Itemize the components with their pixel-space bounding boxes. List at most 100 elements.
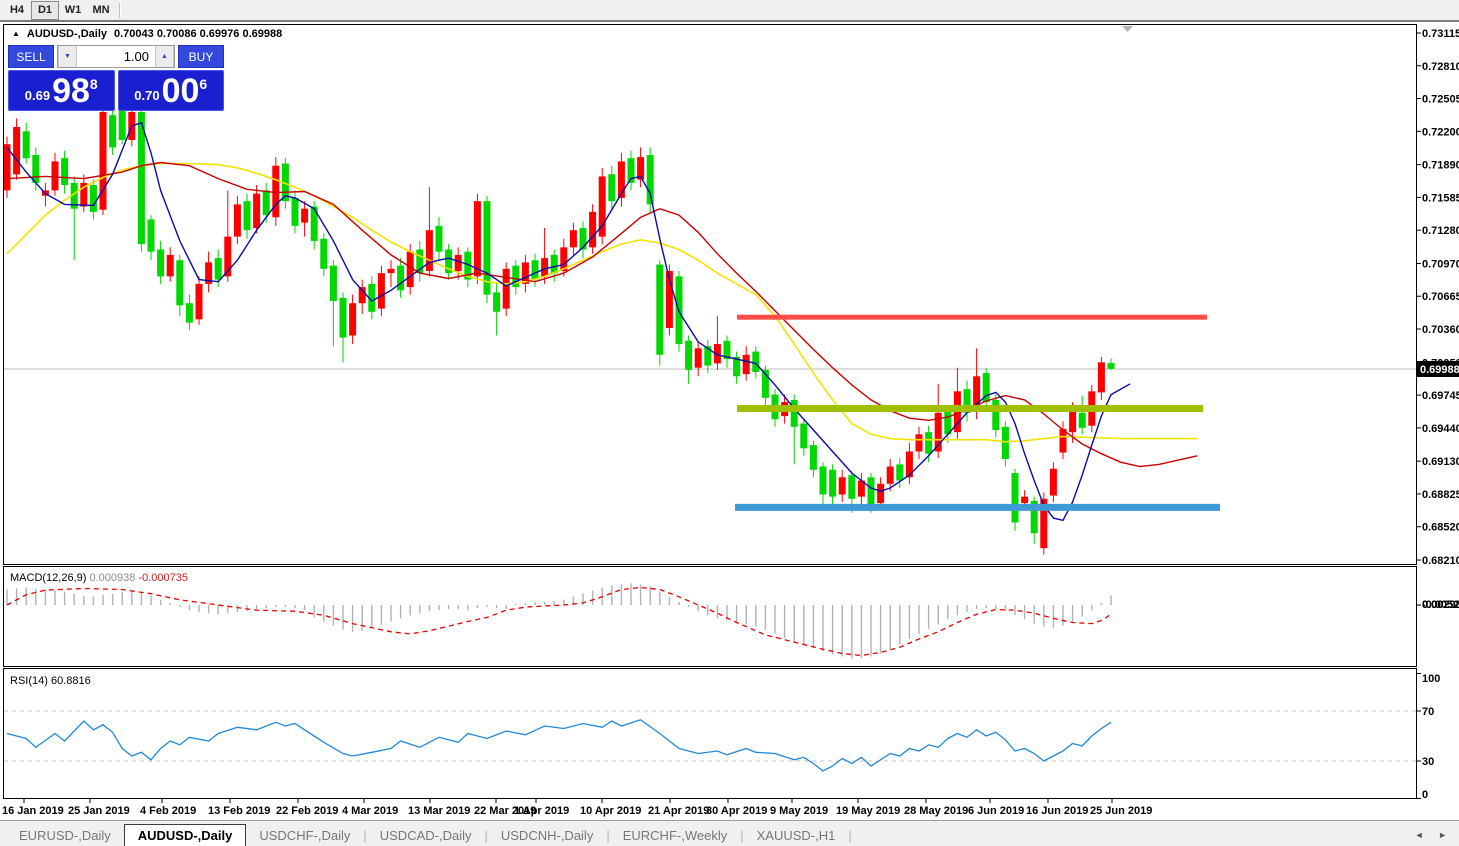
tab-scroll-left-icon[interactable]: ◄ <box>1415 830 1424 840</box>
sell-button[interactable]: SELL <box>8 45 54 68</box>
price-tick-label: 0.71280 <box>1422 225 1459 237</box>
macd-histogram <box>7 583 1111 658</box>
candle-body <box>580 228 587 249</box>
candle-body <box>244 201 251 230</box>
tab-usdcnh-daily[interactable]: USDCNH-,Daily <box>488 825 606 846</box>
candle-body <box>186 303 193 322</box>
price-tick-label: 0.73115 <box>1422 28 1459 40</box>
tab-usdchf-daily[interactable]: USDCHF-,Daily <box>246 825 363 846</box>
chart-canvas[interactable]: 0.731150.728100.725050.722000.718900.715… <box>0 0 1459 846</box>
date-tick-label: 13 Mar 2019 <box>408 805 470 817</box>
candle-body <box>32 155 39 183</box>
price-tick-label: 0.72810 <box>1422 61 1459 73</box>
date-tick-label: 10 Apr 2019 <box>580 805 641 817</box>
candle-body <box>196 284 203 319</box>
candle-body <box>868 477 875 505</box>
candle-body <box>340 298 347 338</box>
tab-audusd-daily[interactable]: AUDUSD-,Daily <box>124 824 247 846</box>
candle-body <box>1021 497 1028 503</box>
candle-body <box>887 467 894 484</box>
candle-body <box>992 400 999 430</box>
price-tick-label: 0.71890 <box>1422 160 1459 172</box>
date-tick-label: 25 Jan 2019 <box>68 805 130 817</box>
rsi-indicator-label: RSI(14) 60.8816 <box>10 675 91 687</box>
date-tick-label: 25 Jun 2019 <box>1090 805 1152 817</box>
candle-body <box>397 266 404 291</box>
volume-input[interactable] <box>77 46 155 67</box>
timeframe-w1-button[interactable]: W1 <box>59 1 87 20</box>
buy-button[interactable]: BUY <box>178 45 224 68</box>
one-click-trade-panel: SELL ▼ ▲ BUY 0.69 98 8 0.70 00 6 <box>8 45 224 111</box>
date-tick-label: 13 Feb 2019 <box>208 805 270 817</box>
volume-increase-arrow-icon[interactable]: ▲ <box>155 46 174 67</box>
price-tick-label: 0.69130 <box>1422 456 1459 468</box>
candle-body <box>13 127 20 174</box>
candle-body <box>551 255 558 273</box>
tab-usdcad-daily[interactable]: USDCAD-,Daily <box>367 825 485 846</box>
price-tick-label: 0.68520 <box>1422 522 1459 534</box>
candles-layer <box>4 106 1115 555</box>
hline-pivot-olive[interactable] <box>737 405 1203 412</box>
trade-panel-top-row: SELL ▼ ▲ BUY <box>8 45 224 68</box>
candle-body <box>695 348 702 367</box>
candle-body <box>455 255 462 271</box>
buy-price-pip-digit: 6 <box>199 76 207 110</box>
candle-body <box>1002 427 1009 459</box>
tab-scroll-arrows: ◄ ► <box>1403 830 1447 840</box>
hline-resistance-red[interactable] <box>737 315 1207 320</box>
scroll-to-end-marker-icon[interactable] <box>1122 26 1133 32</box>
candle-body <box>1108 363 1115 369</box>
candle-body <box>570 230 577 247</box>
date-axis: 16 Jan 2019 25 Jan 2019 4 Feb 2019 13 Feb 2… <box>2 798 1152 817</box>
buy-price-button[interactable]: 0.70 00 6 <box>118 70 225 111</box>
mt4-window: H4 D1 W1 MN ▲ AUDUSD-,Daily 0.70043 0.70… <box>0 0 1459 846</box>
candle-body <box>90 185 97 212</box>
volume-decrease-arrow-icon[interactable]: ▼ <box>58 46 77 67</box>
candle-body <box>292 198 299 226</box>
candle-body <box>829 470 836 497</box>
candle-body <box>820 467 827 495</box>
rsi-tick-label: 100 <box>1422 673 1440 685</box>
candle-body <box>320 239 327 269</box>
candle-body <box>896 464 903 480</box>
rsi-tick-label: 30 <box>1422 756 1434 768</box>
macd-pane-frame <box>4 567 1417 667</box>
price-axis: 0.731150.728100.725050.722000.718900.715… <box>1416 28 1459 567</box>
candle-body <box>1012 473 1019 522</box>
volume-stepper: ▼ ▲ <box>57 45 175 68</box>
timeframe-d1-button[interactable]: D1 <box>31 1 59 20</box>
timeframe-mn-button[interactable]: MN <box>87 1 115 20</box>
sell-price-big-digits: 98 <box>52 71 90 110</box>
date-tick-label: 16 Jan 2019 <box>2 805 64 817</box>
collapse-triangle-icon[interactable]: ▲ <box>12 30 20 38</box>
candle-body <box>234 204 241 236</box>
candle-body <box>272 166 279 218</box>
price-tick-label: 0.72505 <box>1422 94 1459 106</box>
price-tick-label: 0.70360 <box>1422 324 1459 336</box>
candle-body <box>743 355 750 374</box>
hline-support-blue[interactable] <box>735 504 1220 511</box>
tab-xauusd-h1[interactable]: XAUUSD-,H1 <box>744 825 849 846</box>
date-tick-label: 28 May 2019 <box>904 805 968 817</box>
price-tick-label: 0.68210 <box>1422 555 1459 567</box>
timeframe-h4-button[interactable]: H4 <box>3 1 31 20</box>
candle-body <box>791 400 798 427</box>
tab-scroll-right-icon[interactable]: ► <box>1438 830 1447 840</box>
date-tick-label: 4 Feb 2019 <box>140 805 196 817</box>
candle-body <box>1079 413 1086 428</box>
candle-body <box>512 266 519 287</box>
price-tick-label: 0.69745 <box>1422 390 1459 402</box>
candle-body <box>800 424 807 449</box>
rsi-tick-label: 70 <box>1422 706 1434 718</box>
candle-body <box>685 341 692 370</box>
tab-eurusd-daily[interactable]: EURUSD-,Daily <box>6 825 124 846</box>
candle-body <box>119 110 126 140</box>
tab-eurchf-weekly[interactable]: EURCHF-,Weekly <box>610 825 741 846</box>
candle-body <box>810 445 817 470</box>
current-price-label: 0.69988 <box>1420 364 1459 376</box>
sell-price-button[interactable]: 0.69 98 8 <box>8 70 115 111</box>
ma-fast-line <box>7 123 1130 521</box>
candle-body <box>1050 469 1057 496</box>
candle-body <box>503 269 510 309</box>
macd-axis: 0.0029840.00-0.005258 <box>1416 599 1459 611</box>
